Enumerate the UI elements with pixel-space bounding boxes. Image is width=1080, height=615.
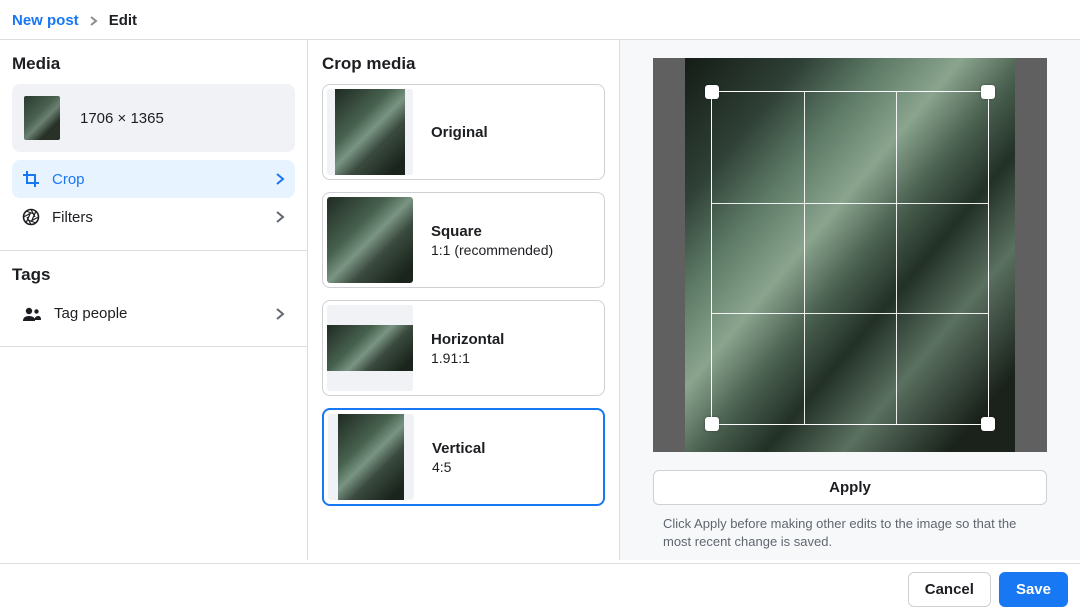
people-icon xyxy=(22,306,42,322)
apply-hint: Click Apply before making other edits to… xyxy=(653,515,1047,551)
divider xyxy=(0,346,307,347)
sidebar: Media 1706 × 1365 Crop Filters Tags xyxy=(0,40,308,560)
breadcrumb-current: Edit xyxy=(109,12,137,29)
grid-line xyxy=(712,313,988,314)
chevron-right-icon xyxy=(275,210,285,224)
media-thumbnail xyxy=(24,96,60,140)
crop-option-label: Horizontal xyxy=(431,331,504,348)
tool-crop[interactable]: Crop xyxy=(12,160,295,198)
preview-pane: Apply Click Apply before making other ed… xyxy=(620,40,1080,560)
crop-handle-br[interactable] xyxy=(981,417,995,431)
breadcrumb: New post Edit xyxy=(0,0,1080,40)
crop-option-original[interactable]: Original xyxy=(322,84,605,180)
footer: Cancel Save xyxy=(0,563,1080,615)
crop-panel: Crop media Original Square 1:1 (recommen… xyxy=(308,40,620,560)
crop-option-label: Original xyxy=(431,124,488,141)
tool-crop-label: Crop xyxy=(52,171,85,188)
crop-heading: Crop media xyxy=(322,54,605,74)
crop-thumb-vertical xyxy=(338,414,404,500)
media-dimensions: 1706 × 1365 xyxy=(80,110,164,127)
crop-option-label: Vertical xyxy=(432,440,485,457)
cancel-button[interactable]: Cancel xyxy=(908,572,991,607)
chevron-right-icon xyxy=(275,307,285,321)
crop-handle-tr[interactable] xyxy=(981,85,995,99)
crop-thumb-square xyxy=(327,197,413,283)
save-button[interactable]: Save xyxy=(999,572,1068,607)
crop-option-ratio: 1:1 (recommended) xyxy=(431,242,553,258)
crop-option-ratio: 4:5 xyxy=(432,459,485,475)
crop-option-ratio: 1.91:1 xyxy=(431,350,504,366)
media-heading: Media xyxy=(12,54,295,74)
chevron-right-icon xyxy=(275,172,285,186)
crop-canvas[interactable] xyxy=(653,58,1047,452)
crop-thumb-original xyxy=(335,89,405,175)
crop-icon xyxy=(22,170,40,188)
crop-thumb-horizontal xyxy=(327,325,413,371)
crop-option-vertical[interactable]: Vertical 4:5 xyxy=(322,408,605,506)
tags-heading: Tags xyxy=(12,265,295,285)
chevron-right-icon xyxy=(89,16,99,26)
crop-option-square[interactable]: Square 1:1 (recommended) xyxy=(322,192,605,288)
crop-option-horizontal[interactable]: Horizontal 1.91:1 xyxy=(322,300,605,396)
crop-handle-tl[interactable] xyxy=(705,85,719,99)
tag-people[interactable]: Tag people xyxy=(12,295,295,332)
grid-line xyxy=(804,92,805,424)
tool-filters-label: Filters xyxy=(52,209,93,226)
breadcrumb-root-link[interactable]: New post xyxy=(12,12,79,29)
grid-line xyxy=(712,203,988,204)
crop-option-label: Square xyxy=(431,223,553,240)
media-item[interactable]: 1706 × 1365 xyxy=(12,84,295,152)
crop-rectangle[interactable] xyxy=(712,92,988,424)
aperture-icon xyxy=(22,208,40,226)
apply-button[interactable]: Apply xyxy=(653,470,1047,505)
tool-filters[interactable]: Filters xyxy=(12,198,295,236)
divider xyxy=(0,250,307,251)
tag-people-label: Tag people xyxy=(54,305,127,322)
grid-line xyxy=(896,92,897,424)
crop-handle-bl[interactable] xyxy=(705,417,719,431)
